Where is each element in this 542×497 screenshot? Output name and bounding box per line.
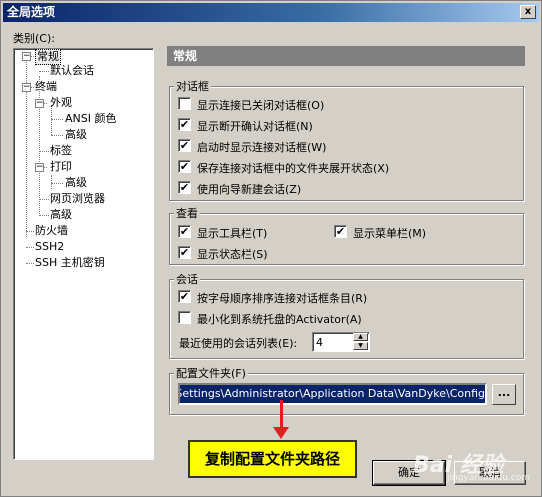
tree-item-terminal[interactable]: 终端 bbox=[35, 80, 57, 94]
dialog-group-title: 对话框 bbox=[174, 78, 211, 94]
recent-sessions-label: 最近使用的会话列表(E): bbox=[179, 337, 298, 350]
save-folder-expand-state-label: 保存连接对话框中的文件夹展开状态(X) bbox=[197, 162, 390, 175]
tree-item-ansi-colors[interactable]: ANSI 颜色 bbox=[65, 112, 116, 126]
watermark-url: jingyan.baidu.com bbox=[447, 473, 531, 483]
window-title: 全局选项 bbox=[7, 5, 56, 19]
show-disconnect-confirm-label: 显示断开确认对话框(N) bbox=[197, 120, 313, 133]
collapse-toggle-general[interactable]: − bbox=[22, 52, 31, 61]
tree-item-firewall[interactable]: 防火墙 bbox=[35, 224, 68, 238]
stepper-up-arrow-icon[interactable]: ▲ bbox=[353, 333, 368, 341]
tree-item-appearance-advanced[interactable]: 高级 bbox=[65, 128, 87, 142]
browse-folder-button[interactable]: ... bbox=[492, 384, 516, 405]
tree-item-print[interactable]: 打印 bbox=[50, 160, 72, 174]
config-folder-path-value: s and Settings\Administrator\Application… bbox=[178, 387, 485, 400]
minimize-to-tray-checkbox[interactable] bbox=[178, 311, 191, 324]
config-folder-path-input[interactable]: s and Settings\Administrator\Application… bbox=[178, 383, 487, 405]
show-connect-on-start-label: 启动时显示连接对话框(W) bbox=[197, 141, 327, 154]
tree-item-ssh-host-keys[interactable]: SSH 主机密钥 bbox=[35, 256, 105, 270]
category-tree[interactable]: − − − − 常规 默认会话 终端 外观 ANSI 颜色 高级 标签 打印 高… bbox=[13, 48, 154, 460]
session-group-title: 会话 bbox=[174, 271, 200, 287]
show-toolbar-label: 显示工具栏(T) bbox=[197, 227, 268, 240]
show-closed-dialog-label: 显示连接已关闭对话框(O) bbox=[197, 99, 325, 112]
recent-sessions-stepper[interactable]: 4 ▲ ▼ bbox=[312, 332, 370, 352]
tree-item-ssh2[interactable]: SSH2 bbox=[35, 240, 64, 254]
close-button[interactable]: x bbox=[520, 5, 536, 19]
page-title: 常规 bbox=[167, 46, 525, 66]
sort-alphabetically-label: 按字母顺序排序连接对话框条目(R) bbox=[197, 292, 368, 305]
category-label: 类别(C): bbox=[13, 32, 55, 45]
global-options-dialog: 全局选项 x 类别(C): − − − − 常规 默认会话 终端 外观 ANSI… bbox=[0, 0, 542, 497]
tree-item-general[interactable]: 常规 bbox=[35, 49, 61, 65]
title-bar: 全局选项 x bbox=[3, 3, 539, 22]
collapse-toggle-appearance[interactable]: − bbox=[35, 99, 44, 108]
show-connect-on-start-checkbox[interactable]: ✔ bbox=[178, 139, 191, 152]
minimize-to-tray-label: 最小化到系统托盘的Activator(A) bbox=[197, 313, 362, 326]
sort-alphabetically-checkbox[interactable]: ✔ bbox=[178, 290, 191, 303]
use-wizard-checkbox[interactable]: ✔ bbox=[178, 181, 191, 194]
collapse-toggle-print[interactable]: − bbox=[35, 163, 44, 172]
tree-item-appearance[interactable]: 外观 bbox=[50, 96, 72, 110]
tree-item-default-session[interactable]: 默认会话 bbox=[50, 64, 94, 78]
tree-item-print-advanced[interactable]: 高级 bbox=[65, 176, 87, 190]
annotation-arrow-head-icon bbox=[273, 427, 289, 439]
show-statusbar-checkbox[interactable]: ✔ bbox=[178, 246, 191, 259]
config-folder-group-title: 配置文件夹(F) bbox=[174, 365, 248, 381]
show-closed-dialog-checkbox[interactable] bbox=[178, 97, 191, 110]
show-statusbar-label: 显示状态栏(S) bbox=[197, 248, 268, 261]
use-wizard-label: 使用向导新建会话(Z) bbox=[197, 183, 302, 196]
show-menubar-label: 显示菜单栏(M) bbox=[353, 227, 427, 240]
collapse-toggle-terminal[interactable]: − bbox=[22, 83, 31, 92]
view-group-title: 查看 bbox=[174, 205, 200, 221]
annotation-callout: 复制配置文件夹路径 bbox=[188, 440, 357, 478]
show-toolbar-checkbox[interactable]: ✔ bbox=[178, 225, 191, 238]
save-folder-expand-state-checkbox[interactable]: ✔ bbox=[178, 160, 191, 173]
stepper-down-arrow-icon[interactable]: ▼ bbox=[353, 342, 368, 350]
tree-item-web-browser[interactable]: 网页浏览器 bbox=[50, 192, 105, 206]
show-menubar-checkbox[interactable]: ✔ bbox=[334, 225, 347, 238]
recent-sessions-value: 4 bbox=[316, 336, 323, 349]
tree-item-tabs[interactable]: 标签 bbox=[50, 144, 72, 158]
tree-item-terminal-advanced[interactable]: 高级 bbox=[50, 208, 72, 222]
show-disconnect-confirm-checkbox[interactable]: ✔ bbox=[178, 118, 191, 131]
